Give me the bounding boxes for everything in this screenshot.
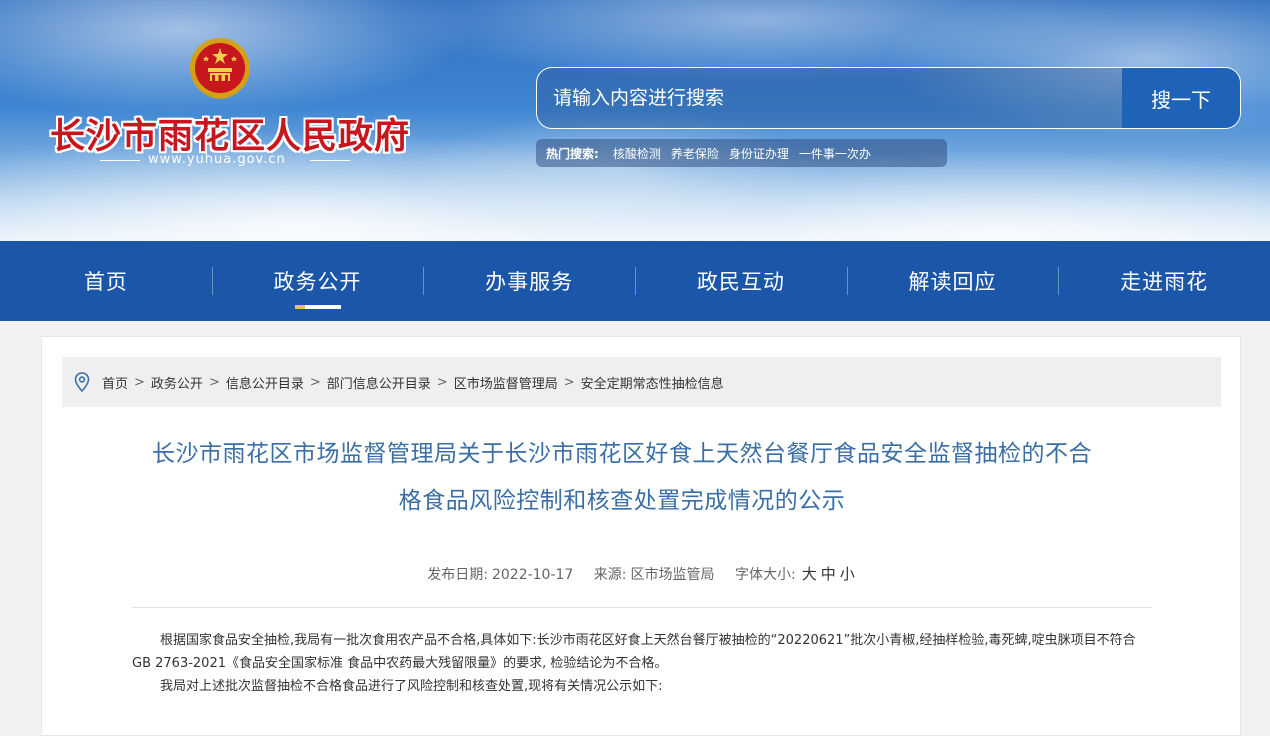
- main-nav: 首页 政务公开 办事服务 政民互动 解读回应 走进雨花: [0, 241, 1270, 321]
- nav-item-label: 办事服务: [485, 270, 574, 294]
- article-body: 根据国家食品安全抽检,我局有一批次食用农产品不合格,具体如下:长沙市雨花区好食上…: [132, 629, 1152, 698]
- font-size-control: 字体大小: 大中小: [734, 565, 857, 583]
- nav-item-services[interactable]: 办事服务: [423, 241, 635, 321]
- site-url: www.yuhua.gov.cn: [148, 152, 286, 167]
- hot-search-bar: 热门搜索: 核酸检测 养老保险 身份证办理 一件事一次办: [536, 139, 947, 167]
- nav-item-label: 首页: [83, 270, 128, 294]
- location-pin-icon: [74, 372, 90, 392]
- breadcrumb-separator: >: [208, 374, 220, 390]
- font-size-label: 字体大小:: [734, 567, 796, 583]
- nav-item-interaction[interactable]: 政民互动: [635, 241, 847, 321]
- font-size-large[interactable]: 大: [802, 565, 817, 583]
- date-value: 2022-10-17: [491, 567, 574, 583]
- article-title: 长沙市雨花区市场监督管理局关于长沙市雨花区好食上天然台餐厅食品安全监督抽检的不合…: [122, 431, 1122, 525]
- breadcrumb-market-bureau[interactable]: 区市场监督管理局: [454, 373, 558, 392]
- meta-divider: [132, 607, 1152, 608]
- breadcrumb-separator: >: [309, 374, 321, 390]
- publish-date: 发布日期: 2022-10-17: [427, 567, 573, 583]
- breadcrumb-home[interactable]: 首页: [102, 373, 128, 392]
- hot-search-link[interactable]: 身份证办理: [729, 145, 789, 162]
- source-label: 来源:: [593, 567, 627, 583]
- divider-line: [310, 160, 350, 161]
- search-button[interactable]: 搜一下: [1122, 68, 1240, 128]
- breadcrumb-separator: >: [134, 374, 145, 390]
- breadcrumb-current[interactable]: 安全定期常态性抽检信息: [581, 373, 724, 392]
- search-box: 搜一下: [536, 67, 1241, 129]
- nav-item-label: 解读回应: [908, 270, 997, 294]
- breadcrumb-info-directory[interactable]: 信息公开目录: [226, 373, 304, 392]
- nav-item-home[interactable]: 首页: [0, 241, 212, 321]
- hot-search-link[interactable]: 一件事一次办: [799, 145, 871, 162]
- source: 来源: 区市场监管局: [594, 567, 715, 583]
- nav-item-label: 走进雨花: [1120, 270, 1209, 294]
- breadcrumb-separator: >: [563, 374, 575, 390]
- article-meta: 发布日期: 2022-10-17 来源: 区市场监管局 字体大小: 大中小: [42, 563, 1242, 584]
- breadcrumb-gov-affairs[interactable]: 政务公开: [151, 373, 203, 392]
- hot-search-link[interactable]: 养老保险: [671, 145, 719, 162]
- breadcrumb: 首页 > 政务公开 > 信息公开目录 > 部门信息公开目录 > 区市场监督管理局…: [62, 357, 1221, 407]
- date-label: 发布日期:: [427, 567, 488, 583]
- site-url-row: www.yuhua.gov.cn: [100, 152, 350, 168]
- source-value: 区市场监管局: [630, 567, 715, 583]
- article-paragraph: 根据国家食品安全抽检,我局有一批次食用农产品不合格,具体如下:长沙市雨花区好食上…: [132, 633, 1136, 671]
- breadcrumb-dept-directory[interactable]: 部门信息公开目录: [327, 373, 431, 392]
- article-title-line: 长沙市雨花区市场监督管理局关于长沙市雨花区好食上天然台餐厅食品安全监督抽检的不合: [152, 441, 1092, 467]
- nav-item-label: 政务公开: [273, 270, 362, 294]
- nav-item-label: 政民互动: [696, 270, 785, 294]
- font-size-small[interactable]: 小: [840, 565, 855, 583]
- divider-line: [100, 160, 140, 161]
- header-banner: 长沙市雨花区人民政府 www.yuhua.gov.cn 搜一下 热门搜索: 核酸…: [0, 0, 1270, 241]
- active-indicator: [294, 305, 341, 309]
- search-input[interactable]: [537, 68, 1122, 128]
- breadcrumb-separator: >: [436, 374, 448, 390]
- font-size-medium[interactable]: 中: [821, 565, 836, 583]
- national-emblem-icon: [190, 38, 250, 99]
- article-title-line: 格食品风险控制和核查处置完成情况的公示: [398, 488, 846, 514]
- nav-item-gov-affairs[interactable]: 政务公开: [211, 241, 424, 321]
- article-container: 首页 > 政务公开 > 信息公开目录 > 部门信息公开目录 > 区市场监督管理局…: [41, 336, 1241, 736]
- hot-search-link[interactable]: 核酸检测: [613, 145, 661, 162]
- nav-item-interpretation[interactable]: 解读回应: [846, 241, 1059, 321]
- nav-item-about-yuhua[interactable]: 走进雨花: [1058, 241, 1270, 321]
- hot-search-label: 热门搜索:: [546, 146, 599, 161]
- article-paragraph: 我局对上述批次监督抽检不合格食品进行了风险控制和核查处置,现将有关情况公示如下:: [160, 679, 663, 694]
